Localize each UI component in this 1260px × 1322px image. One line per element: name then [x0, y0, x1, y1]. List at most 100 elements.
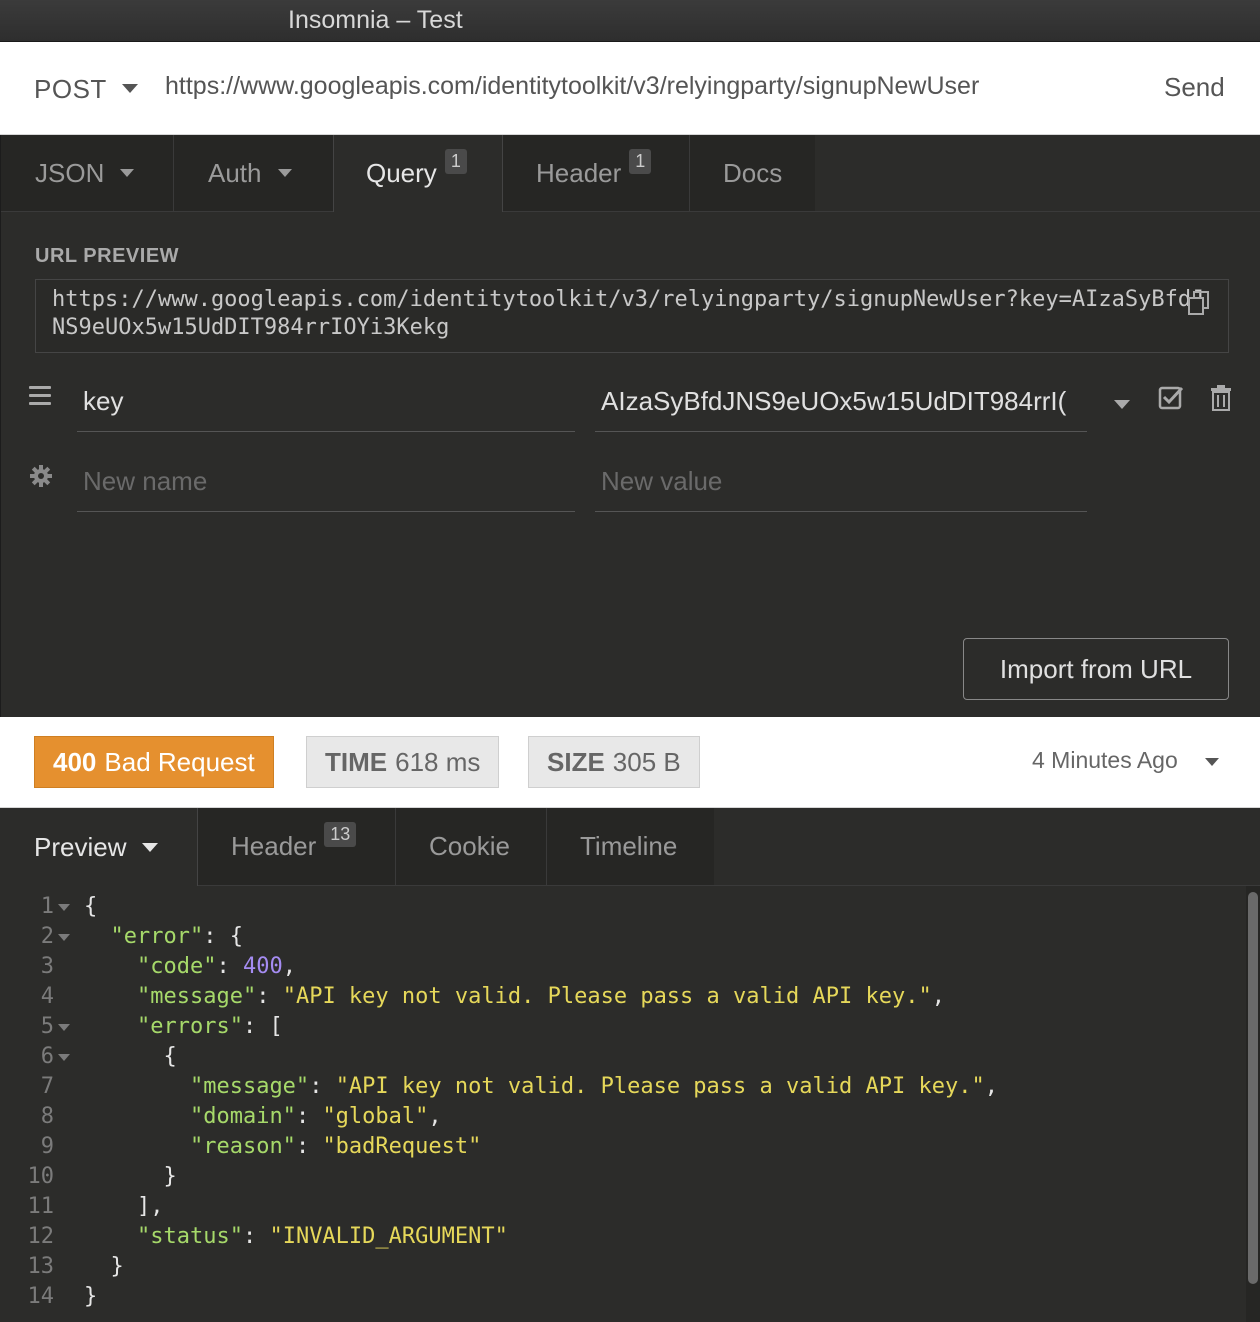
request-tabs: JSON Auth Query 1 Header 1 Docs	[1, 135, 1260, 212]
tab-label: Preview	[34, 831, 127, 862]
size-label: SIZE	[547, 746, 605, 777]
line-number: 1	[40, 894, 54, 919]
code-line: 6 {	[0, 1042, 1245, 1072]
chevron-down-icon	[120, 169, 135, 177]
response-status-bar: 400 Bad Request TIME 618 ms SIZE 305 B 4 Mi…	[0, 717, 1260, 808]
tab-preview[interactable]: Preview	[0, 808, 198, 886]
tabs-divider	[815, 211, 1260, 212]
window-title: Insomnia – Test	[288, 6, 463, 34]
line-number: 6	[40, 1044, 54, 1069]
line-number: 13	[27, 1254, 55, 1279]
size-value: 305 B	[612, 746, 681, 777]
tab-label: Timeline	[580, 831, 678, 861]
tab-label: Query	[366, 158, 437, 188]
code-line: 3 "code": 400,	[0, 952, 1245, 982]
time-label: TIME	[325, 746, 388, 777]
history-dropdown[interactable]: 4 Minutes Ago	[1032, 747, 1178, 774]
fold-toggle-icon[interactable]	[58, 934, 70, 941]
drag-handle-icon[interactable]	[29, 386, 51, 406]
tab-query[interactable]: Query 1	[333, 135, 503, 212]
title-bar: Insomnia – Test	[0, 0, 1260, 42]
code-line: 2 "error": {	[0, 922, 1245, 952]
line-number: 9	[40, 1134, 54, 1159]
status-text: Bad Request	[104, 746, 255, 777]
code-text: }	[84, 1254, 124, 1279]
checkbox-checked-icon[interactable]	[1158, 384, 1184, 410]
code-line: 5 "errors": [	[0, 1012, 1245, 1042]
scrollbar-thumb[interactable]	[1248, 892, 1258, 1284]
code-line: 14}	[0, 1282, 1245, 1312]
code-text: "domain": "global",	[189, 1104, 442, 1129]
fold-toggle-icon[interactable]	[58, 1024, 70, 1031]
tab-docs[interactable]: Docs	[689, 135, 815, 212]
method-selector[interactable]: POST	[34, 74, 107, 105]
tab-timeline[interactable]: Timeline	[546, 808, 714, 886]
send-button[interactable]: Send	[1164, 72, 1225, 103]
chevron-down-icon	[142, 842, 159, 852]
response-panel: Preview Header 13 Cookie Timeline 1{2 "er…	[0, 808, 1260, 1322]
tab-label: Cookie	[429, 831, 510, 861]
chevron-down-icon[interactable]	[1114, 400, 1130, 409]
line-number: 7	[40, 1074, 54, 1099]
code-line: 10 }	[0, 1162, 1245, 1192]
code-line: 1{	[0, 892, 1245, 922]
copy-icon[interactable]	[1186, 290, 1212, 316]
code-line: 11 ],	[0, 1192, 1245, 1222]
trash-icon[interactable]	[1209, 384, 1233, 412]
line-number: 2	[40, 924, 54, 949]
fold-toggle-icon[interactable]	[58, 904, 70, 911]
tab-cookie[interactable]: Cookie	[395, 808, 546, 886]
code-text: }	[84, 1284, 98, 1309]
tabs-divider	[714, 885, 1260, 886]
status-badge: 400 Bad Request	[34, 736, 274, 788]
code-text: {	[84, 1044, 177, 1069]
code-text: "error": {	[110, 924, 243, 949]
line-number: 11	[27, 1194, 55, 1219]
time-badge: TIME 618 ms	[306, 736, 500, 788]
tab-header[interactable]: Header 1	[503, 135, 689, 212]
chevron-down-icon[interactable]	[122, 84, 138, 93]
tab-auth[interactable]: Auth	[173, 135, 333, 212]
tab-label: Header	[231, 831, 317, 861]
param-value-input[interactable]: AIzaSyBfdJNS9eUOx5w15UdDIT984rrI(	[595, 372, 1087, 432]
code-line: 8 "domain": "global",	[0, 1102, 1245, 1132]
new-value-input[interactable]: New value	[595, 452, 1087, 512]
line-number: 4	[40, 984, 54, 1009]
fold-toggle-icon[interactable]	[58, 1054, 70, 1061]
code-line: 12 "status": "INVALID_ARGUMENT"	[0, 1222, 1245, 1252]
code-line: 7 "message": "API key not valid. Please …	[0, 1072, 1245, 1102]
code-text: }	[84, 1164, 177, 1189]
tab-response-header[interactable]: Header 13	[198, 808, 395, 886]
count-badge: 1	[629, 148, 652, 174]
count-badge: 13	[324, 822, 357, 847]
status-code: 400	[53, 746, 97, 777]
gear-icon[interactable]	[29, 464, 53, 488]
code-text: "message": "API key not valid. Please pa…	[189, 1074, 998, 1099]
new-name-input[interactable]: New name	[77, 452, 575, 512]
new-param-row: New name New value	[1, 442, 1260, 522]
line-number: 3	[40, 954, 54, 979]
response-tabs: Preview Header 13 Cookie Timeline	[0, 808, 1260, 886]
time-value: 618 ms	[395, 746, 481, 777]
line-number: 5	[40, 1014, 54, 1039]
tab-label: Auth	[208, 157, 262, 188]
code-text: "reason": "badRequest"	[189, 1134, 482, 1159]
code-line: 4 "message": "API key not valid. Please …	[0, 982, 1245, 1012]
size-badge: SIZE 305 B	[528, 736, 700, 788]
query-param-row: key AIzaSyBfdJNS9eUOx5w15UdDIT984rrI(	[1, 362, 1260, 442]
line-number: 8	[40, 1104, 54, 1129]
url-input[interactable]: https://www.googleapis.com/identitytoolk…	[165, 72, 979, 101]
url-bar: POST https://www.googleapis.com/identity…	[0, 42, 1260, 135]
code-text: "errors": [	[136, 1014, 283, 1039]
tab-json[interactable]: JSON	[1, 135, 173, 212]
count-badge: 1	[444, 149, 467, 174]
tab-label: Header	[536, 157, 622, 188]
param-name-input[interactable]: key	[77, 372, 575, 432]
line-number: 12	[27, 1224, 55, 1249]
import-from-url-button[interactable]: Import from URL	[963, 638, 1229, 700]
code-text: {	[84, 894, 98, 919]
response-body-viewer[interactable]: 1{2 "error": {3 "code": 400, 4 "message":…	[0, 892, 1245, 1312]
url-preview-text: https://www.googleapis.com/identitytoolk…	[52, 287, 1205, 340]
chevron-down-icon[interactable]	[1205, 758, 1219, 766]
line-number: 10	[27, 1164, 55, 1189]
